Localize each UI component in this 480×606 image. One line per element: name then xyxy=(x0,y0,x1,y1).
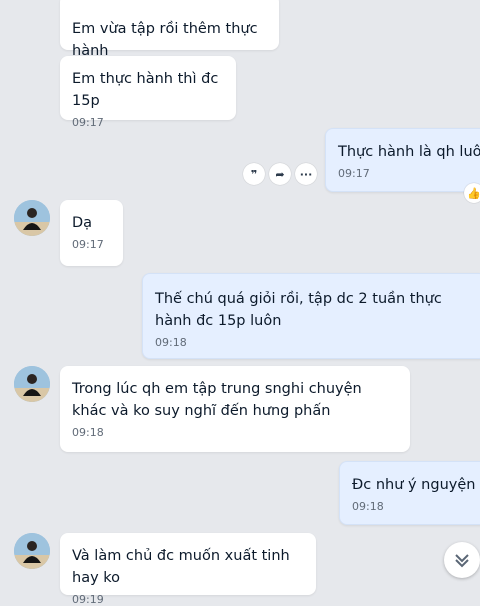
message-incoming[interactable]: Em thực hành thì đc 15p 09:17 xyxy=(60,56,236,129)
message-incoming[interactable]: Dạ 09:17 xyxy=(60,200,123,266)
message-time: 09:18 xyxy=(72,426,104,439)
message-text: Dạ xyxy=(72,215,93,231)
message-text: Đc như ý nguyện rồi xyxy=(352,477,480,493)
quote-icon[interactable]: ❞ xyxy=(243,163,265,185)
message-incoming[interactable]: Em vừa tập rồi thêm thực hành xyxy=(60,0,279,59)
message-text: Và làm chủ đc muốn xuất tinh hay ko xyxy=(72,548,290,586)
avatar[interactable] xyxy=(14,366,50,402)
message-time: 09:18 xyxy=(352,500,384,513)
message-text: Trong lúc qh em tập trung snghi chuyện k… xyxy=(72,381,362,419)
message-actions: ❞ ➦ ··· xyxy=(243,163,317,185)
message-time: 09:17 xyxy=(338,167,370,180)
message-outgoing[interactable]: Đc như ý nguyện rồi 09:18 xyxy=(339,461,480,525)
message-outgoing[interactable]: Thực hành là qh luôn ? 09:17 xyxy=(325,128,480,192)
share-icon[interactable]: ➦ xyxy=(269,163,291,185)
scroll-down-button[interactable] xyxy=(444,542,480,578)
message-text: Thực hành là qh luôn ? xyxy=(338,144,480,160)
message-time: 09:18 xyxy=(155,336,187,349)
avatar[interactable] xyxy=(14,200,50,236)
message-time: 09:17 xyxy=(72,116,104,129)
message-outgoing[interactable]: Thế chú quá giỏi rồi, tập dc 2 tuần thực… xyxy=(142,273,480,359)
message-time: 09:17 xyxy=(72,238,104,251)
more-icon[interactable]: ··· xyxy=(295,163,317,185)
like-icon[interactable]: 👍 xyxy=(464,183,480,203)
message-incoming[interactable]: Trong lúc qh em tập trung snghi chuyện k… xyxy=(60,366,410,452)
message-text: Thế chú quá giỏi rồi, tập dc 2 tuần thực… xyxy=(155,291,442,329)
message-incoming[interactable]: Và làm chủ đc muốn xuất tinh hay ko 09:1… xyxy=(60,533,316,606)
chevron-double-down-icon xyxy=(455,554,469,568)
message-text: Em thực hành thì đc 15p xyxy=(72,71,219,109)
avatar[interactable] xyxy=(14,533,50,569)
